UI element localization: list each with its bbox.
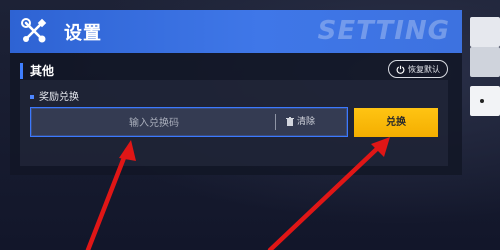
- redeem-code-field[interactable]: 清除: [30, 107, 348, 138]
- restore-defaults-button[interactable]: 恢复默认: [388, 60, 448, 78]
- input-divider: [275, 114, 276, 130]
- side-tab-2[interactable]: [470, 47, 500, 77]
- redeem-button[interactable]: 兑换: [354, 108, 438, 137]
- power-icon: [396, 65, 405, 74]
- bullet-marker: [30, 95, 34, 99]
- side-tab-1[interactable]: [470, 17, 500, 47]
- restore-defaults-label: 恢复默认: [408, 65, 440, 74]
- clear-label: 清除: [297, 117, 316, 127]
- section-title: 其他: [30, 64, 55, 78]
- page-title: 设置: [64, 23, 102, 44]
- reward-redeem-panel: 奖励兑换 清除 兑换: [20, 80, 448, 166]
- side-tab-3[interactable]: [470, 86, 500, 116]
- header-watermark: SETTING: [317, 16, 450, 46]
- reward-title: 奖励兑换: [30, 88, 79, 103]
- redeem-code-input[interactable]: [31, 108, 277, 138]
- clear-button[interactable]: 清除: [286, 114, 315, 130]
- section-header-other: 其他 恢复默认: [20, 60, 450, 82]
- trash-icon: [286, 117, 294, 126]
- reward-title-text: 奖励兑换: [39, 92, 79, 103]
- dialog-header: 设置 SETTING: [10, 10, 462, 53]
- wrench-screwdriver-icon: [21, 18, 47, 43]
- section-accent-bar: [20, 63, 23, 79]
